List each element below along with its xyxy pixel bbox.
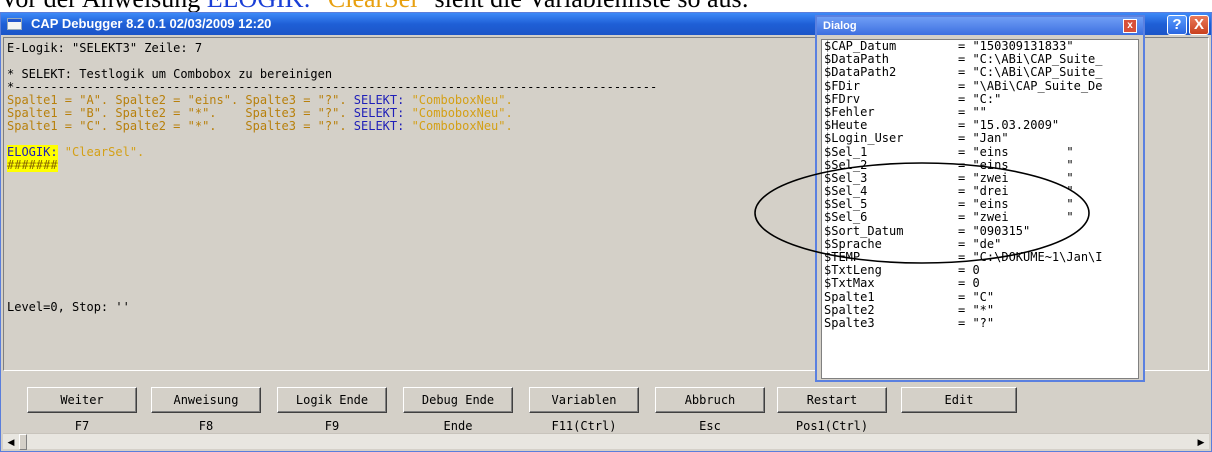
code-assign: Spalte1 = "A". Spalte2 = "eins". Spalte3… <box>7 93 354 107</box>
key-hint-logik-ende: F9 <box>324 419 340 433</box>
variable-row[interactable]: Spalte2 = "*" <box>822 302 1138 317</box>
variable-row[interactable]: $Sort_Datum = "090315" <box>822 223 1138 238</box>
variable-name: $FDrv <box>824 91 861 106</box>
variable-name: $Sort_Datum <box>824 223 904 238</box>
variable-name: $Sel_1 <box>824 144 868 159</box>
variablen-button[interactable]: Variablen <box>529 387 639 413</box>
variable-row[interactable]: $Sel_2 = "eins " <box>822 157 1138 172</box>
variable-name: Spalte1 <box>824 289 875 304</box>
variable-name: $TxtMax <box>824 276 875 291</box>
key-hint-restart: Pos1(Ctrl) <box>795 419 869 433</box>
variable-value: = "C:" <box>958 91 1002 106</box>
variable-name: $Login_User <box>824 131 904 146</box>
window-title: CAP Debugger 8.2 0.1 02/03/2009 12:20 <box>31 16 272 31</box>
key-hint-anweisung: F8 <box>198 419 214 433</box>
horizontal-scrollbar[interactable]: ◀ ▶ <box>3 433 1209 450</box>
variable-row[interactable]: Spalte1 = "C" <box>822 289 1138 304</box>
edit-button[interactable]: Edit <box>901 387 1017 413</box>
anweisung-button[interactable]: Anweisung <box>151 387 261 413</box>
restart-button[interactable]: Restart <box>777 387 887 413</box>
code-keyword: SELEKT: <box>353 119 405 133</box>
variable-name: Spalte3 <box>824 315 875 330</box>
variable-value: = "eins " <box>958 157 1074 172</box>
variable-row[interactable]: $Sel_6 = "zwei " <box>822 211 1138 224</box>
end-marker: ####### <box>7 158 58 172</box>
variables-list[interactable]: $CAP_Datum = "150309131833" $DataPath = "C:… <box>821 39 1139 379</box>
variable-row[interactable]: $Login_User = "Jan" <box>822 132 1138 145</box>
code-keyword: SELEKT: <box>353 93 405 107</box>
variable-row[interactable]: $Sel_1 = "eins " <box>822 144 1138 159</box>
code-string: "ComboboxNeu". <box>404 106 513 120</box>
code-assign: Spalte1 = "C". Spalte2 = "*". Spalte3 = … <box>7 119 354 133</box>
code-string: "ComboboxNeu". <box>404 93 513 107</box>
variable-row[interactable]: Spalte3 = "?" <box>822 315 1138 330</box>
weiter-button[interactable]: Weiter <box>27 387 137 413</box>
code-assign: Spalte1 = "B". Spalte2 = "*". Spalte3 = … <box>7 106 354 120</box>
code-string: "ComboboxNeu". <box>404 119 513 133</box>
debug-ende-button[interactable]: Debug Ende <box>403 387 513 413</box>
variable-name: $Sel_6 <box>824 210 868 225</box>
code-line: Spalte1 = "C". Spalte2 = "*". Spalte3 = … <box>7 120 513 133</box>
variable-value: = "090315" <box>958 223 1031 238</box>
close-button[interactable]: X <box>1189 15 1209 35</box>
help-button[interactable]: ? <box>1167 15 1187 35</box>
variable-row[interactable]: $FDir = "\ABi\CAP_Suite_De <box>822 78 1138 93</box>
variable-value: = "\ABi\CAP_Suite_De <box>958 78 1103 93</box>
variable-name: $Sel_2 <box>824 157 868 172</box>
variable-row[interactable]: $DataPath2 = "C:\ABi\CAP_Suite_ <box>822 66 1138 79</box>
variable-value: = "zwei " <box>958 210 1074 225</box>
key-hint-weiter: F7 <box>74 419 90 433</box>
variable-value: = "Jan" <box>958 131 1009 146</box>
variable-row[interactable]: $FDrv = "C:" <box>822 91 1138 106</box>
elogik-string: "ClearSel". <box>57 145 145 159</box>
dialog-close-button[interactable]: x <box>1123 19 1137 33</box>
scroll-thumb[interactable] <box>19 434 27 450</box>
variable-value: = 0 <box>958 276 980 291</box>
code-end-marker: ####### <box>7 158 58 172</box>
key-hint-variablen: F11(Ctrl) <box>551 419 617 433</box>
dialog-title-bar[interactable]: Dialog <box>817 17 1143 35</box>
variable-value: = "*" <box>958 302 995 317</box>
variables-dialog: Dialog x $CAP_Datum = "150309131833" $Data… <box>815 15 1145 382</box>
variable-value: = "?" <box>958 315 995 330</box>
status-line: Level=0, Stop: '' <box>7 300 130 314</box>
key-hint-debug-ende: Ende <box>443 419 473 433</box>
scroll-left-arrow-icon[interactable]: ◀ <box>3 434 19 450</box>
elogik-keyword: ELOGIK: <box>7 145 58 159</box>
variable-value: = "C" <box>958 289 995 304</box>
variable-name: Spalte2 <box>824 302 875 317</box>
variable-name: $DataPath2 <box>824 65 897 80</box>
scroll-right-arrow-icon[interactable]: ▶ <box>1193 434 1209 450</box>
variable-value: = "eins " <box>958 144 1074 159</box>
dialog-title: Dialog <box>823 20 857 32</box>
code-comment: * SELEKT: Testlogik um Combobox zu berei… <box>7 67 333 81</box>
abbruch-button[interactable]: Abbruch <box>655 387 765 413</box>
code-header: E-Logik: "SELEKT3" Zeile: 7 <box>7 41 203 55</box>
key-hint-abbruch: Esc <box>699 419 721 433</box>
variable-row[interactable]: $TxtMax = 0 <box>822 277 1138 290</box>
code-keyword: SELEKT: <box>353 106 405 120</box>
logik-ende-button[interactable]: Logik Ende <box>277 387 387 413</box>
variable-value: = "C:\ABi\CAP_Suite_ <box>958 65 1103 80</box>
variable-name: $FDir <box>824 78 861 93</box>
window-app-icon <box>7 18 22 30</box>
